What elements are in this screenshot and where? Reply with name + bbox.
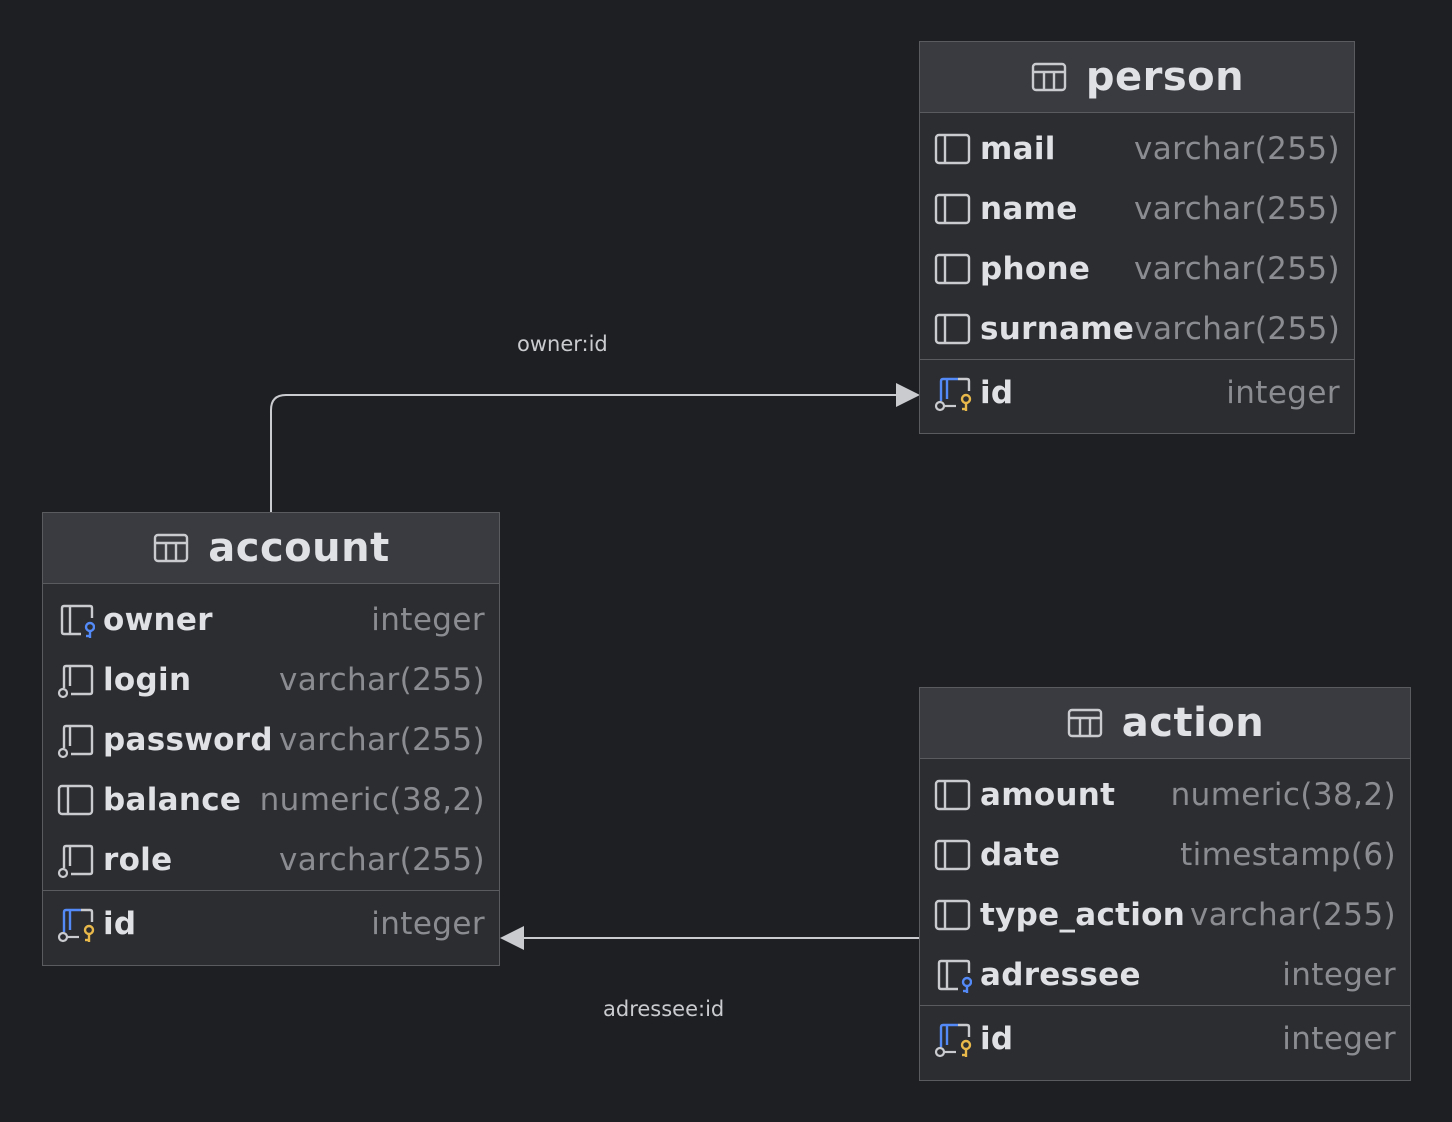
- relation-label-adressee: adressee:id: [603, 997, 725, 1021]
- not-null-column-icon: [57, 841, 95, 879]
- column-name: adressee: [980, 957, 1141, 993]
- column-type: varchar(255): [279, 842, 485, 878]
- table-title: account: [208, 525, 390, 571]
- table-icon: [1030, 58, 1068, 96]
- table-action[interactable]: action amount numeric(38,2) date timestamp(6…: [919, 687, 1411, 1081]
- column-name: date: [980, 837, 1061, 873]
- column-row[interactable]: mail varchar(255): [920, 119, 1354, 179]
- column-icon: [934, 836, 972, 874]
- column-row[interactable]: owner integer: [43, 590, 499, 650]
- column-name: login: [103, 662, 192, 698]
- column-name: id: [980, 374, 1014, 411]
- column-row[interactable]: adressee integer: [920, 945, 1410, 1005]
- column-type: timestamp(6): [1180, 837, 1396, 873]
- column-type: varchar(255): [1134, 251, 1340, 287]
- column-type: varchar(255): [279, 662, 485, 698]
- column-row[interactable]: balance numeric(38,2): [43, 770, 499, 830]
- table-header[interactable]: person: [920, 42, 1354, 113]
- table-columns: owner integer login varchar(255) password var…: [43, 584, 499, 956]
- column-type: integer: [371, 905, 485, 942]
- column-type: integer: [371, 602, 485, 638]
- table-person[interactable]: person mail varchar(255) name varchar(255) ph…: [919, 41, 1355, 434]
- column-name: balance: [103, 782, 242, 818]
- column-icon: [934, 896, 972, 934]
- not-null-column-icon: [57, 721, 95, 759]
- primary-key-row[interactable]: id integer: [920, 1005, 1410, 1071]
- column-row[interactable]: surname varchar(255): [920, 299, 1354, 359]
- primary-key-row[interactable]: id integer: [920, 359, 1354, 425]
- primary-key-icon: [934, 374, 972, 412]
- relation-adressee-arrowhead: [500, 926, 524, 950]
- column-icon: [934, 250, 972, 288]
- column-icon: [57, 781, 95, 819]
- relation-owner-line[interactable]: [270, 394, 896, 512]
- table-icon: [1066, 704, 1104, 742]
- column-row[interactable]: login varchar(255): [43, 650, 499, 710]
- table-columns: amount numeric(38,2) date timestamp(6) type_…: [920, 759, 1410, 1071]
- column-name: id: [980, 1020, 1014, 1057]
- table-columns: mail varchar(255) name varchar(255) phone var…: [920, 113, 1354, 425]
- column-type: varchar(255): [1134, 131, 1340, 167]
- column-type: varchar(255): [1134, 311, 1341, 347]
- primary-key-row[interactable]: id integer: [43, 890, 499, 956]
- column-type: numeric(38,2): [259, 782, 485, 818]
- primary-key-icon: [934, 1020, 972, 1058]
- column-type: integer: [1226, 374, 1340, 411]
- column-name: role: [103, 842, 173, 878]
- table-account[interactable]: account owner integer login varchar(255) pass…: [42, 512, 500, 966]
- column-icon: [934, 190, 972, 228]
- table-header[interactable]: action: [920, 688, 1410, 759]
- relation-label-owner: owner:id: [517, 332, 608, 356]
- column-row[interactable]: name varchar(255): [920, 179, 1354, 239]
- column-name: type_action: [980, 897, 1186, 933]
- column-row[interactable]: type_action varchar(255): [920, 885, 1410, 945]
- column-row[interactable]: date timestamp(6): [920, 825, 1410, 885]
- column-type: integer: [1282, 1020, 1396, 1057]
- column-type: varchar(255): [279, 722, 485, 758]
- column-row[interactable]: phone varchar(255): [920, 239, 1354, 299]
- column-name: phone: [980, 251, 1091, 287]
- foreign-key-icon: [57, 601, 96, 639]
- column-name: owner: [103, 602, 213, 638]
- foreign-key-icon: [934, 956, 973, 994]
- column-row[interactable]: role varchar(255): [43, 830, 499, 890]
- column-name: amount: [980, 777, 1116, 813]
- column-name: password: [103, 722, 273, 758]
- table-title: action: [1121, 700, 1265, 746]
- column-row[interactable]: password varchar(255): [43, 710, 499, 770]
- column-name: mail: [980, 131, 1056, 167]
- column-icon: [934, 776, 972, 814]
- primary-key-icon: [57, 905, 95, 943]
- column-icon: [934, 130, 972, 168]
- column-name: id: [103, 905, 137, 942]
- table-header[interactable]: account: [43, 513, 499, 584]
- relation-owner-arrowhead: [896, 383, 920, 407]
- column-type: varchar(255): [1134, 191, 1340, 227]
- column-row[interactable]: amount numeric(38,2): [920, 765, 1410, 825]
- column-icon: [934, 310, 972, 348]
- column-name: name: [980, 191, 1078, 227]
- table-icon: [152, 529, 190, 567]
- column-type: varchar(255): [1190, 897, 1396, 933]
- table-title: person: [1085, 54, 1245, 100]
- column-type: numeric(38,2): [1170, 777, 1396, 813]
- not-null-column-icon: [57, 661, 95, 699]
- column-type: integer: [1282, 957, 1396, 993]
- column-name: surname: [980, 311, 1135, 347]
